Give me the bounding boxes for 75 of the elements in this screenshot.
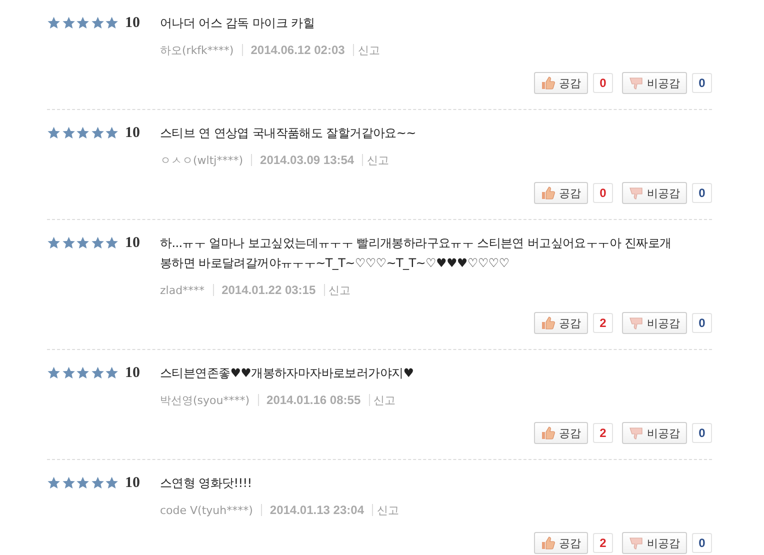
star-icon [105, 476, 119, 490]
dislike-count: 0 [692, 183, 712, 203]
like-button[interactable]: 공감 [534, 72, 588, 94]
star-icon [47, 236, 61, 250]
like-count: 0 [593, 183, 613, 203]
thumbs-up-icon [541, 536, 555, 550]
star-icon [47, 126, 61, 140]
thumbs-down-icon [629, 76, 643, 90]
star-icon [90, 126, 104, 140]
review-text: 스티브 연 연상엽 국내작품해도 잘할거같아요~~ [160, 125, 417, 142]
author-name: code V(tyuh****) [160, 504, 253, 516]
star-icon [105, 16, 119, 30]
dislike-button[interactable]: 비공감 [622, 72, 687, 94]
star-icon [76, 366, 90, 380]
review-text: 하...ㅠㅜ 얼마나 보고싶었는데ㅠㅜㅜ 빨리개봉하라구요ㅠㅜ 스티븐연 버고싶어요ㅜㅜ아 진짜로개봉하면 바로달려갈꺼야ㅠㅜㅜ~T_T~♡♡♡~T_T~♡♥♥♥♡♡♡♡ [160, 235, 672, 272]
dislike-count: 0 [692, 313, 712, 333]
thumbs-down-icon [629, 426, 643, 440]
star-icon [76, 476, 90, 490]
star-icon [76, 236, 90, 250]
dislike-button[interactable]: 비공감 [622, 532, 687, 554]
star-icon [62, 476, 76, 490]
dislike-button[interactable]: 비공감 [622, 182, 687, 204]
thumbs-up-icon [541, 186, 555, 200]
like-count: 0 [593, 73, 613, 93]
score: 10 [124, 234, 141, 253]
star-icon [76, 16, 90, 30]
star-icon [62, 126, 76, 140]
author-name: zlad**** [160, 284, 205, 296]
star-icon [47, 16, 61, 30]
review-text: 어나더 어스 감독 마이크 카힐 [160, 15, 316, 32]
star-icon [90, 476, 104, 490]
thumbs-up-icon [541, 316, 555, 330]
dislike-count: 0 [692, 73, 712, 93]
star-icon [105, 126, 119, 140]
score: 10 [124, 364, 141, 383]
author-name: ㅇㅅㅇ(wltj****) [160, 152, 244, 168]
score: 10 [124, 474, 141, 493]
like-button[interactable]: 공감 [534, 422, 588, 444]
review-date: 2014.06.12 02:03 [250, 43, 345, 57]
dislike-button[interactable]: 비공감 [622, 422, 687, 444]
star-icon [90, 236, 104, 250]
thumbs-down-icon [629, 316, 643, 330]
thumbs-up-icon [541, 426, 555, 440]
star-icon [62, 236, 76, 250]
like-count: 2 [593, 533, 613, 553]
star-icon [105, 236, 119, 250]
like-count: 2 [593, 313, 613, 333]
dislike-count: 0 [692, 423, 712, 443]
star-icon [62, 16, 76, 30]
like-button[interactable]: 공감 [534, 532, 588, 554]
like-count: 2 [593, 423, 613, 443]
review-date: 2014.01.13 23:04 [270, 503, 364, 517]
star-icon [62, 366, 76, 380]
review-date: 2014.03.09 13:54 [260, 153, 354, 167]
star-icon [47, 476, 61, 490]
author-name: 하오(rkfk****) [160, 42, 234, 58]
dislike-button[interactable]: 비공감 [622, 312, 687, 334]
star-icon [105, 366, 119, 380]
like-button[interactable]: 공감 [534, 312, 588, 334]
author-name: 박선영(syou****) [160, 392, 250, 408]
thumbs-up-icon [541, 76, 555, 90]
thumbs-down-icon [629, 186, 643, 200]
review-date: 2014.01.16 08:55 [266, 393, 361, 407]
review-text: 스연형 영화닷!!!! [160, 475, 253, 492]
star-icon [90, 16, 104, 30]
review-text: 스티븐연존좋♥♥개봉하자마자바로보러가야지♥ [160, 365, 415, 382]
review-date: 2014.01.22 03:15 [222, 283, 316, 297]
star-icon [47, 366, 61, 380]
score: 10 [124, 124, 141, 143]
dislike-count: 0 [692, 533, 712, 553]
thumbs-down-icon [629, 536, 643, 550]
star-icon [90, 366, 104, 380]
like-button[interactable]: 공감 [534, 182, 588, 204]
star-icon [76, 126, 90, 140]
score: 10 [124, 14, 141, 33]
